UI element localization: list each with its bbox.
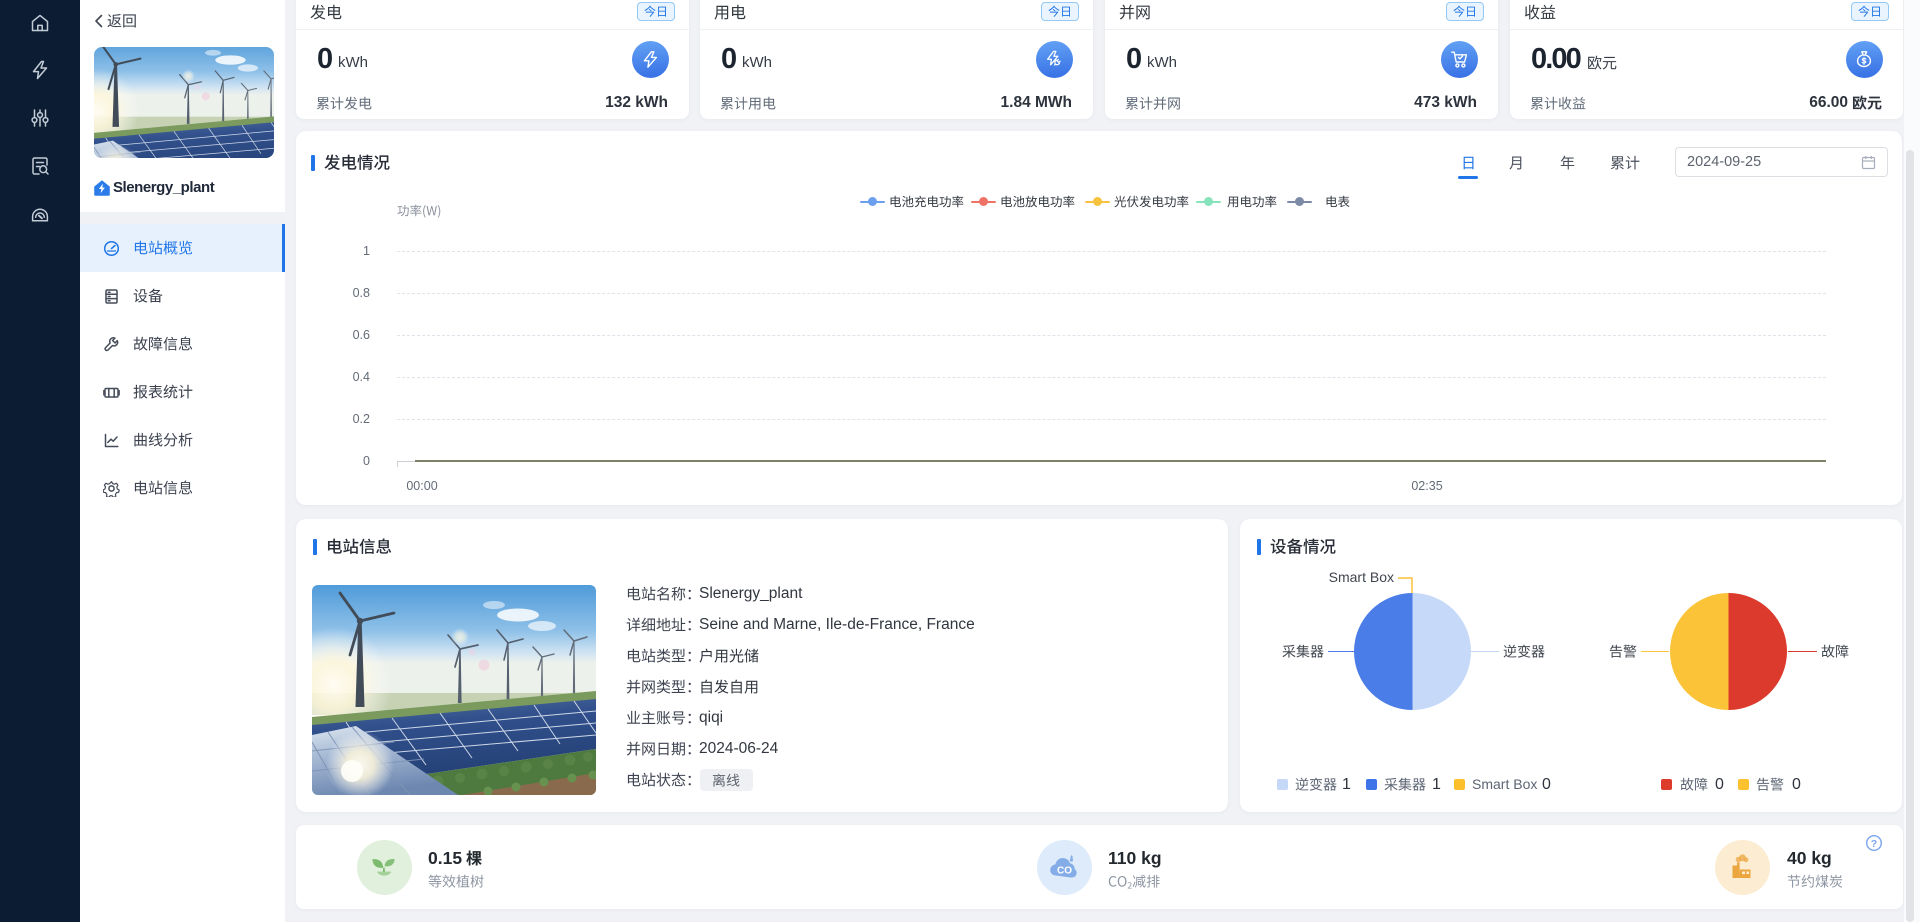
svg-text:CO: CO xyxy=(1057,866,1072,877)
svg-text:?: ? xyxy=(1871,838,1877,850)
